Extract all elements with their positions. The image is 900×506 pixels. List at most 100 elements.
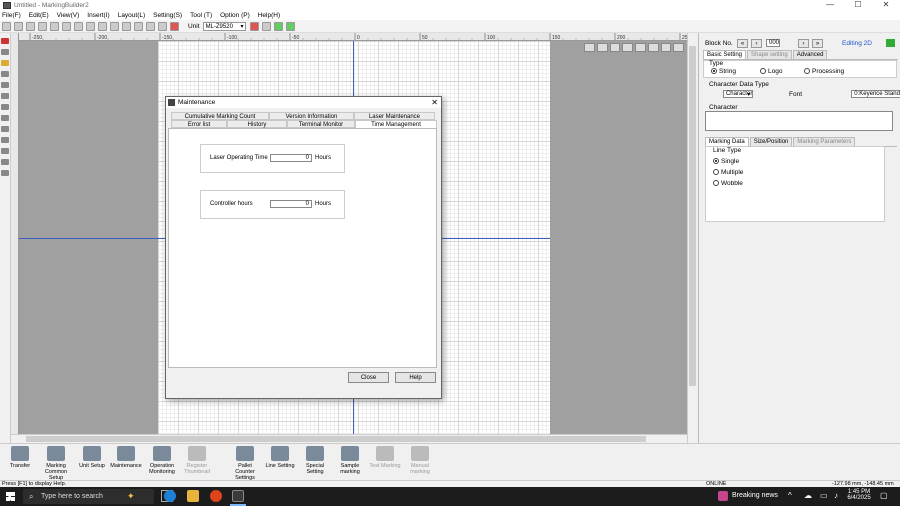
menu-option[interactable]: Option (P) [220, 12, 250, 19]
line-single-option[interactable]: Single [713, 158, 739, 165]
tab-basic-setting[interactable]: Basic Setting [703, 50, 747, 59]
markingbuilder-taskbar-icon[interactable] [232, 490, 244, 502]
minimize-button[interactable]: — [816, 0, 844, 10]
menu-help[interactable]: Help(H) [258, 12, 280, 19]
circle-tool-icon[interactable] [1, 115, 9, 121]
chevron-up-icon[interactable]: ^ [788, 491, 792, 500]
zoom-out-icon[interactable] [146, 21, 155, 31]
tab-terminal-monitor[interactable]: Terminal Monitor [287, 120, 355, 128]
layout-3-icon[interactable] [660, 43, 672, 52]
edge-icon[interactable] [164, 490, 176, 502]
transfer-button[interactable]: Transfer [3, 446, 37, 469]
vertical-scrollbar[interactable] [687, 33, 697, 443]
char-data-type-select[interactable]: Character [722, 90, 754, 98]
tab-cumulative-marking-count[interactable]: Cumulative Marking Count [171, 112, 269, 120]
zoom-fit-icon[interactable] [158, 21, 167, 31]
layout-2-icon[interactable] [647, 43, 659, 52]
line-wobble-option[interactable]: Wobble [713, 180, 743, 187]
tab-history[interactable]: History [227, 120, 287, 128]
test-marking-button[interactable]: Test Marking [368, 446, 402, 469]
news-icon[interactable] [718, 491, 728, 501]
battery-icon[interactable]: ▭ [820, 491, 828, 500]
pointer-tool-icon[interactable] [1, 38, 9, 44]
network-icon[interactable]: ☁ [804, 491, 812, 500]
view-top-icon[interactable] [622, 43, 633, 52]
tab-version-information[interactable]: Version Information [269, 112, 354, 120]
align-icon[interactable] [110, 21, 119, 31]
sample-marking-button[interactable]: Sample marking [333, 446, 367, 475]
open-folder-icon[interactable] [14, 21, 23, 31]
menu-file[interactable]: File(F) [2, 12, 21, 19]
view-3d-icon[interactable] [584, 43, 595, 52]
file-explorer-icon[interactable] [187, 490, 199, 502]
tab-shape-setting[interactable]: Shape setting [747, 50, 792, 59]
notification-icon[interactable]: ▢ [880, 491, 888, 500]
group-tool-icon[interactable] [1, 170, 9, 176]
layout-1-icon[interactable] [635, 43, 646, 52]
save-icon[interactable] [26, 21, 35, 31]
arc-tool-icon[interactable] [1, 126, 9, 132]
tab-error-list[interactable]: Error list [171, 120, 227, 128]
character-input[interactable] [705, 111, 893, 131]
laser-pointer-icon[interactable] [249, 21, 259, 31]
menu-setting[interactable]: Setting(S) [153, 12, 182, 19]
horizontal-scrollbar[interactable] [11, 434, 687, 443]
radio-wobble[interactable] [713, 180, 719, 187]
move-icon[interactable] [122, 21, 131, 31]
menu-view[interactable]: View(V) [57, 12, 80, 19]
copy-icon[interactable] [50, 21, 59, 31]
first-block-button[interactable]: « [737, 39, 748, 48]
line-multiple-option[interactable]: Multiple [713, 169, 743, 176]
type-string-option[interactable]: String [711, 68, 736, 75]
block-no-field[interactable]: 000 [766, 39, 781, 47]
volume-icon[interactable]: ♪ [834, 491, 838, 500]
highlight-tool-icon[interactable] [1, 60, 9, 66]
horizontal-scroll-thumb[interactable] [26, 436, 646, 442]
manual-marking-button[interactable]: Manual marking [403, 446, 437, 475]
image-tool-icon[interactable] [1, 148, 9, 154]
special-setting-button[interactable]: Special Setting [298, 446, 332, 475]
menu-layout[interactable]: Layout(L) [118, 12, 145, 19]
editing-mode-icon[interactable] [886, 39, 895, 47]
menu-tool[interactable]: Tool (T) [190, 12, 212, 19]
chrome-icon[interactable] [210, 490, 222, 502]
radio-string[interactable] [711, 68, 717, 75]
vertical-scroll-thumb[interactable] [689, 46, 696, 386]
dialog-close-button[interactable]: Close [348, 372, 389, 383]
close-window-button[interactable]: ✕ [872, 0, 900, 10]
taskbar-clock[interactable]: 1:45 PM 6/4/2025 [846, 489, 872, 501]
rectangle-tool-icon[interactable] [1, 104, 9, 110]
qrcode-tool-icon[interactable] [1, 93, 9, 99]
select-icon[interactable] [98, 21, 107, 31]
unit-setup-button[interactable]: Unit Setup [75, 446, 109, 469]
view-front-icon[interactable] [596, 43, 608, 52]
menu-insert[interactable]: Insert(I) [87, 12, 109, 19]
zoom-in-icon[interactable] [134, 21, 143, 31]
prev-block-button[interactable]: ‹ [751, 39, 762, 48]
unit-select[interactable]: ML-Z9520 [202, 21, 246, 31]
line-setting-button[interactable]: Line Setting [263, 446, 297, 469]
transfer-icon[interactable] [273, 21, 283, 31]
type-logo-option[interactable]: Logo [760, 68, 782, 75]
cut-icon[interactable] [38, 21, 47, 31]
register-thumbnail-button[interactable]: Register Thumbnail [180, 446, 214, 475]
text-tool-icon[interactable] [1, 49, 9, 55]
crosshair-icon[interactable] [170, 21, 179, 31]
line-tool-icon[interactable] [1, 71, 9, 77]
next-block-button[interactable]: › [798, 39, 809, 48]
redo-icon[interactable] [86, 21, 95, 31]
news-label[interactable]: Breaking news [732, 492, 778, 499]
undo-icon[interactable] [74, 21, 83, 31]
barcode-tool-icon[interactable] [1, 82, 9, 88]
tab-advanced[interactable]: Advanced [792, 50, 828, 59]
maintenance-button[interactable]: Maintenance [109, 446, 143, 469]
radio-multiple[interactable] [713, 169, 719, 176]
menu-edit[interactable]: Edit(E) [29, 12, 49, 19]
new-file-icon[interactable] [2, 21, 11, 31]
tab-marking-parameters[interactable]: Marking Parameters [793, 137, 856, 146]
sync-icon[interactable] [285, 21, 295, 31]
logo-tool-icon[interactable] [1, 159, 9, 165]
windows-start-icon[interactable] [6, 492, 15, 501]
radio-processing[interactable] [804, 68, 810, 75]
pallet-counter-settings-button[interactable]: Pallet Counter Settings [228, 446, 262, 481]
